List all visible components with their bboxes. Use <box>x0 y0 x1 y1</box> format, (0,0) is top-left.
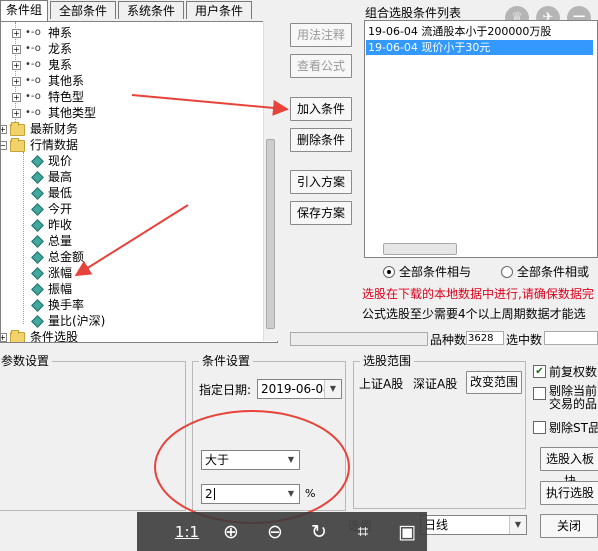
zoom-out-icon[interactable]: ⊖ <box>261 518 289 546</box>
annotation-arrow <box>74 204 189 277</box>
zoom-in-icon[interactable]: ⊕ <box>217 518 245 546</box>
annotation-arrow <box>131 94 289 116</box>
save-icon[interactable]: ▣ <box>393 518 421 546</box>
rotate-icon[interactable]: ↻ <box>305 518 333 546</box>
actual-size-button[interactable]: 1:1 <box>173 518 201 546</box>
viewer-toolbar: 1:1 ⊕ ⊖ ↻ ⌗ ▣ <box>137 512 427 551</box>
annotation-ellipse <box>154 410 350 524</box>
annotation-layer <box>74 94 350 524</box>
crop-icon[interactable]: ⌗ <box>349 518 377 546</box>
